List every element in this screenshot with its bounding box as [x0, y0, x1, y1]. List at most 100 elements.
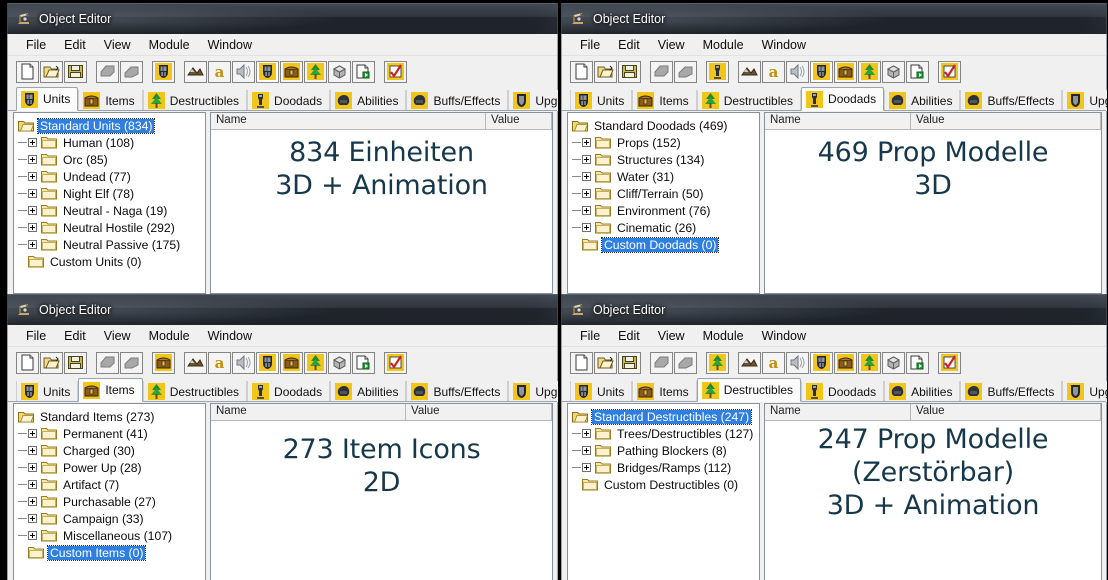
- toolbar-button-sound-icon[interactable]: [232, 351, 255, 374]
- toolbar-button-terrain-icon[interactable]: [184, 60, 207, 83]
- menu-bar[interactable]: File Edit View Module Window: [562, 34, 1106, 56]
- tree-item[interactable]: Pathing Blockers (8): [572, 442, 759, 459]
- tab-doodads[interactable]: Doodads: [801, 381, 885, 402]
- tab-buffs-effects[interactable]: Buffs/Effects: [960, 381, 1063, 402]
- tab-upgrades[interactable]: Upgrades: [508, 381, 558, 402]
- toolbar-button-paste-grey-icon[interactable]: [120, 351, 143, 374]
- menu-edit[interactable]: Edit: [56, 37, 94, 53]
- toolbar-button-item-chest-icon[interactable]: [152, 351, 175, 374]
- toolbar-button-save-disk-icon[interactable]: [64, 60, 87, 83]
- toolbar-button-upgrade-page-icon[interactable]: [906, 60, 929, 83]
- menu-window[interactable]: Window: [754, 37, 814, 53]
- toolbar-button-doodad-cube-icon[interactable]: [882, 60, 905, 83]
- toolbar-button-checkbox-red-icon[interactable]: [384, 351, 407, 374]
- toolbar-button-new-document-icon[interactable]: [16, 351, 39, 374]
- tab-abilities[interactable]: Abilities: [330, 90, 407, 111]
- toolbar-button-new-document-icon[interactable]: [570, 351, 593, 374]
- tab-items[interactable]: Items: [632, 381, 697, 402]
- tree-expander[interactable]: [28, 240, 37, 249]
- menu-view[interactable]: View: [650, 37, 693, 53]
- tree-expander[interactable]: [28, 429, 37, 438]
- title-bar[interactable]: Object Editor: [7, 3, 558, 34]
- tree-item[interactable]: Night Elf (78): [18, 185, 205, 202]
- toolbar-button-copy-grey-icon[interactable]: [96, 60, 119, 83]
- toolbar-button-open-folder-icon[interactable]: [40, 60, 63, 83]
- tree-item[interactable]: Props (152): [572, 134, 759, 151]
- tab-abilities[interactable]: Abilities: [884, 90, 961, 111]
- toolbar-button-text-a-icon[interactable]: a: [208, 60, 231, 83]
- title-bar[interactable]: Object Editor: [561, 3, 1107, 34]
- tab-buffs-effects[interactable]: Buffs/Effects: [406, 90, 509, 111]
- toolbar-button-sound-icon[interactable]: [786, 60, 809, 83]
- tab-strip[interactable]: Units Items Destructibles Doodads Abilities B…: [562, 378, 1107, 402]
- menu-bar[interactable]: File Edit View Module Window: [562, 325, 1106, 347]
- toolbar-button-text-a-icon[interactable]: a: [762, 60, 785, 83]
- toolbar[interactable]: a: [562, 56, 1106, 87]
- column-value[interactable]: Value: [911, 113, 1101, 129]
- toolbar-button-text-a-icon[interactable]: a: [762, 351, 785, 374]
- tab-units[interactable]: Units: [570, 381, 633, 402]
- toolbar-button-open-folder-icon[interactable]: [594, 60, 617, 83]
- toolbar-button-upgrade-page-icon[interactable]: [352, 60, 375, 83]
- tree-expander[interactable]: [582, 172, 591, 181]
- toolbar-button-new-document-icon[interactable]: [16, 60, 39, 83]
- tab-strip[interactable]: Units Items Destructibles Doodads Abilities B…: [8, 87, 558, 111]
- menu-view[interactable]: View: [650, 328, 693, 344]
- object-editor-window-items[interactable]: Object Editor File Edit View Module Wind…: [7, 294, 558, 580]
- tree-expander[interactable]: [28, 514, 37, 523]
- tab-destructibles[interactable]: Destructibles: [696, 378, 802, 402]
- toolbar-button-paste-grey-icon[interactable]: [120, 60, 143, 83]
- toolbar-button-unit-helm-icon[interactable]: [810, 351, 833, 374]
- tree-item[interactable]: Structures (134): [572, 151, 759, 168]
- tree-item[interactable]: Environment (76): [572, 202, 759, 219]
- toolbar-button-copy-grey-icon[interactable]: [96, 351, 119, 374]
- toolbar-button-checkbox-red-icon[interactable]: [384, 60, 407, 83]
- object-editor-window-destructibles[interactable]: Object Editor File Edit View Module Wind…: [561, 294, 1107, 580]
- tree-expander[interactable]: [28, 206, 37, 215]
- object-editor-window-doodads[interactable]: Object Editor File Edit View Module Wind…: [561, 3, 1107, 295]
- tab-destructibles[interactable]: Destructibles: [142, 90, 248, 111]
- toolbar-button-open-folder-icon[interactable]: [40, 351, 63, 374]
- tree-item[interactable]: Miscellaneous (107): [18, 527, 205, 544]
- tree-item[interactable]: Standard Doodads (469): [572, 117, 759, 134]
- tree-item[interactable]: Bridges/Ramps (112): [572, 459, 759, 476]
- property-list[interactable]: Name Value 247 Prop Modelle (Zerstörbar) 3…: [764, 403, 1102, 580]
- toolbar-button-item-chest-icon[interactable]: [280, 60, 303, 83]
- tab-abilities[interactable]: Abilities: [330, 381, 407, 402]
- column-name[interactable]: Name: [211, 113, 486, 129]
- toolbar[interactable]: a: [562, 347, 1106, 378]
- tree-item[interactable]: Water (31): [572, 168, 759, 185]
- tree-expander[interactable]: [582, 463, 591, 472]
- toolbar-button-unit-helm-icon[interactable]: [152, 60, 175, 83]
- menu-window[interactable]: Window: [754, 328, 814, 344]
- tree-expander[interactable]: [28, 446, 37, 455]
- tree-expander[interactable]: [28, 138, 37, 147]
- tree-item[interactable]: Cinematic (26): [572, 219, 759, 236]
- tree-expander[interactable]: [28, 531, 37, 540]
- menu-module[interactable]: Module: [695, 37, 752, 53]
- tree-expander[interactable]: [582, 223, 591, 232]
- menu-module[interactable]: Module: [141, 328, 198, 344]
- toolbar-button-new-document-icon[interactable]: [570, 60, 593, 83]
- tree-expander[interactable]: [28, 463, 37, 472]
- tab-strip[interactable]: Units Items Destructibles Doodads Abilities B…: [8, 378, 558, 402]
- toolbar[interactable]: a: [8, 347, 557, 378]
- tab-buffs-effects[interactable]: Buffs/Effects: [960, 90, 1063, 111]
- toolbar-button-doodad-cube-icon[interactable]: [328, 351, 351, 374]
- menu-edit[interactable]: Edit: [610, 328, 648, 344]
- tree-item[interactable]: Trees/Destructibles (127): [572, 425, 759, 442]
- tree-item[interactable]: Standard Items (273): [18, 408, 205, 425]
- toolbar-button-paste-grey-icon[interactable]: [674, 351, 697, 374]
- toolbar-button-unit-helm-icon[interactable]: [810, 60, 833, 83]
- title-bar[interactable]: Object Editor: [561, 294, 1107, 325]
- toolbar-button-paste-grey-icon[interactable]: [674, 60, 697, 83]
- title-bar[interactable]: Object Editor: [7, 294, 558, 325]
- tree-item[interactable]: Custom Doodads (0): [572, 236, 759, 253]
- object-editor-window-units[interactable]: Object Editor File Edit View Module Wind…: [7, 3, 558, 295]
- toolbar-button-terrain-icon[interactable]: [184, 351, 207, 374]
- tree-item[interactable]: Charged (30): [18, 442, 205, 459]
- tab-abilities[interactable]: Abilities: [884, 381, 961, 402]
- toolbar-button-sound-icon[interactable]: [786, 351, 809, 374]
- tab-upgrades[interactable]: Upgrades: [1062, 381, 1107, 402]
- toolbar-button-tree-icon[interactable]: [706, 351, 729, 374]
